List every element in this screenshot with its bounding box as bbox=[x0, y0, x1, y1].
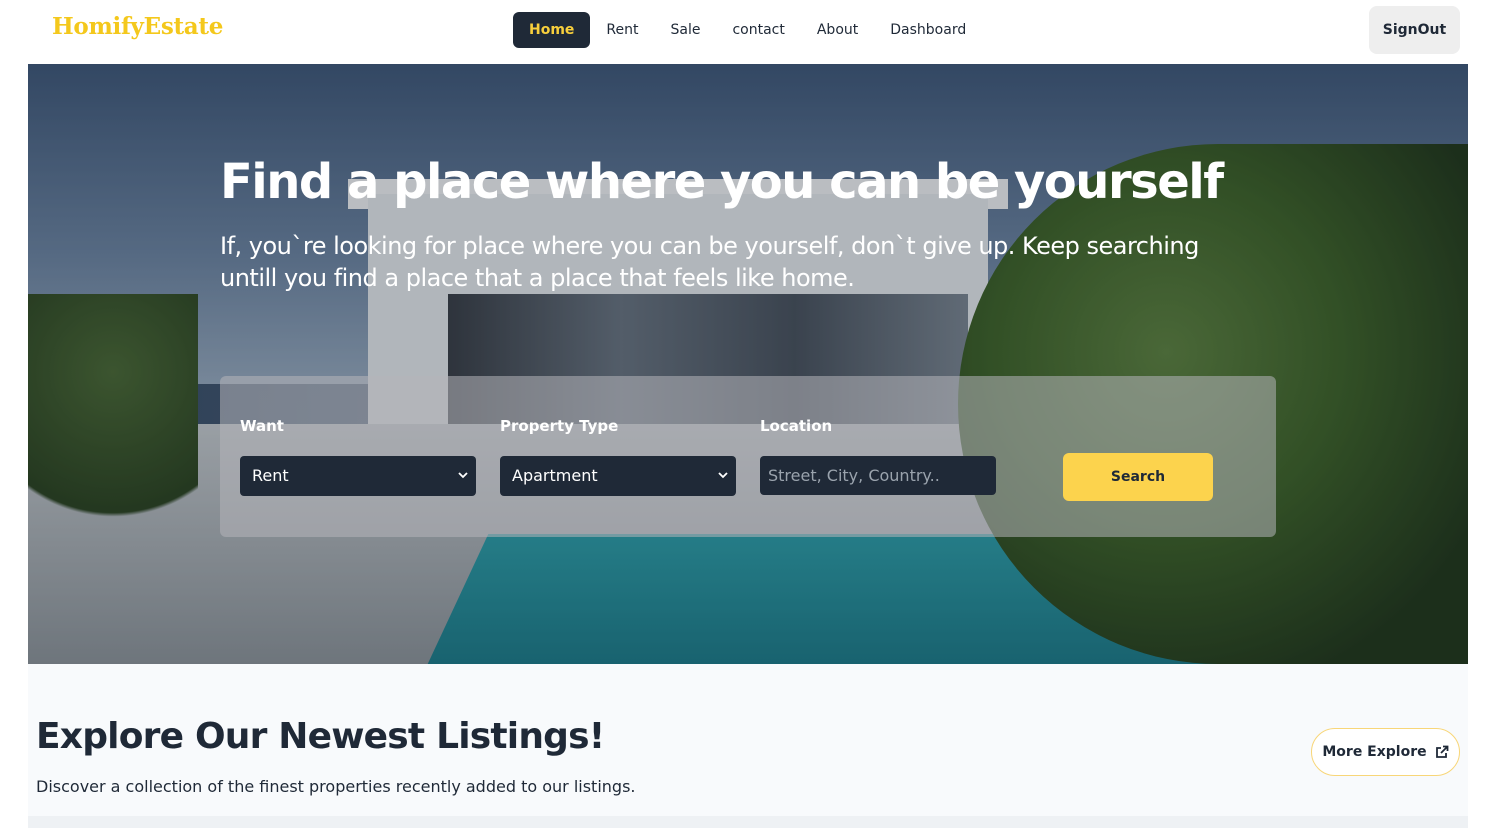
more-explore-label: More Explore bbox=[1322, 744, 1427, 760]
more-explore-button[interactable]: More Explore bbox=[1311, 728, 1460, 776]
property-type-select[interactable]: Apartment bbox=[500, 456, 736, 496]
signout-button[interactable]: SignOut bbox=[1369, 6, 1460, 54]
nav-link-dashboard[interactable]: Dashboard bbox=[874, 12, 982, 48]
hero-title: Find a place where you can be yourself bbox=[220, 154, 1224, 210]
nav-link-sale[interactable]: Sale bbox=[655, 12, 717, 48]
property-type-label: Property Type bbox=[500, 417, 619, 435]
brand-logo[interactable]: HomifyEstate bbox=[52, 13, 223, 40]
want-label: Want bbox=[240, 417, 284, 435]
nav-link-contact[interactable]: contact bbox=[716, 12, 800, 48]
hero-subtitle: If, you`re looking for place where you c… bbox=[220, 232, 1199, 292]
location-label: Location bbox=[760, 417, 833, 435]
nav-link-about[interactable]: About bbox=[801, 12, 874, 48]
nav-links: Home Rent Sale contact About Dashboard bbox=[513, 12, 982, 48]
listings-title: Explore Our Newest Listings! bbox=[36, 716, 605, 757]
search-panel: Want Rent Property Type Apartment Locati… bbox=[220, 376, 1276, 537]
want-select[interactable]: Rent bbox=[240, 456, 476, 496]
chevron-down-icon bbox=[458, 456, 468, 496]
want-select-value: Rent bbox=[252, 466, 289, 485]
search-button[interactable]: Search bbox=[1063, 453, 1213, 501]
chevron-down-icon bbox=[718, 456, 728, 496]
property-type-select-value: Apartment bbox=[512, 466, 598, 485]
nav-link-home[interactable]: Home bbox=[513, 12, 591, 48]
hero-section: Find a place where you can be yourself I… bbox=[28, 64, 1468, 664]
listings-subtitle: Discover a collection of the finest prop… bbox=[36, 777, 636, 796]
location-input[interactable] bbox=[760, 456, 996, 495]
navbar: HomifyEstate Home Rent Sale contact Abou… bbox=[0, 0, 1497, 64]
next-section-edge bbox=[28, 816, 1468, 828]
external-link-icon bbox=[1435, 745, 1449, 759]
nav-link-rent[interactable]: Rent bbox=[590, 12, 654, 48]
listings-section: Explore Our Newest Listings! Discover a … bbox=[28, 664, 1468, 828]
